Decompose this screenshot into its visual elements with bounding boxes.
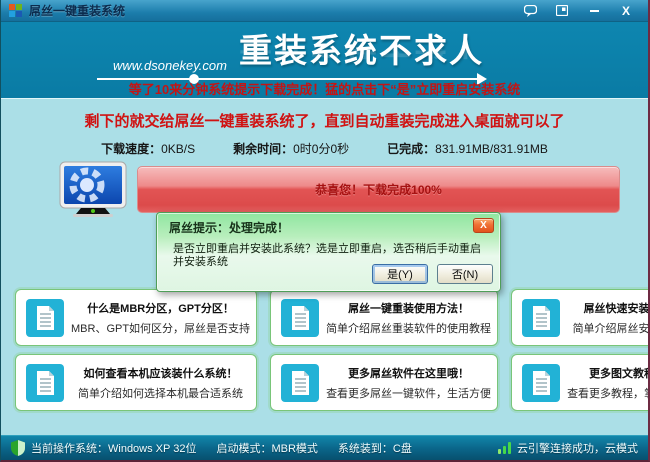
slogan-reflection: 重装系统不求人: [239, 49, 484, 69]
signal-bars-icon: [498, 442, 511, 454]
window-title: 屌丝一键重装系统: [29, 2, 125, 19]
help-panels-grid: 什么是MBR分区，GPT分区！ MBR、GPT如何区分，屌丝是否支持 屌丝一键重装…: [15, 289, 635, 411]
dialog-title: 屌丝提示：处理完成！: [169, 219, 289, 236]
stat-speed-label: 下载速度：: [101, 142, 161, 156]
status-os: 当前操作系统：Windows XP 32位: [31, 440, 196, 456]
panel-subtitle: 简单介绍屌丝安装多系统的教程: [567, 320, 650, 336]
progress-text: 恭喜您！下载完成100%: [315, 181, 442, 198]
panel-title: 更多图文教程在这里哦！: [567, 365, 650, 381]
stat-speed-value: 0KB/S: [161, 142, 195, 156]
download-progress-bar: 恭喜您！下载完成100%: [137, 166, 620, 213]
stat-time: 剩余时间：0时0分0秒: [233, 140, 349, 157]
website-url: www.dsonekey.com: [113, 58, 227, 73]
document-icon: [26, 299, 64, 337]
restart-confirm-dialog: 屌丝提示：处理完成！ X 是否立即重启并安装此系统？选是立即重启，选否稍后手动重…: [156, 212, 501, 292]
status-target-label: 系统装到：: [338, 443, 393, 455]
skin-window-icon[interactable]: [554, 4, 570, 18]
panel-title: 屌丝快速安装多系统方法！: [567, 300, 650, 316]
document-icon: [522, 299, 560, 337]
help-panel-usage[interactable]: 屌丝一键重装使用方法！ 简单介绍屌丝重装软件的使用教程: [270, 289, 498, 346]
panel-subtitle: 查看更多屌丝一键软件，生活方便: [326, 385, 491, 401]
help-panel-which-system[interactable]: 如何查看本机应该装什么系统！ 简单介绍如何选择本机最合适系统: [15, 354, 257, 411]
stat-done-value: 831.91MB/831.91MB: [435, 142, 548, 156]
computer-monitor-icon: [59, 161, 127, 217]
stat-done: 已完成：831.91MB/831.91MB: [387, 140, 548, 157]
app-window: 屌丝一键重装系统 X www.dsonekey.com 重装系统不求人 重装系统…: [0, 0, 650, 462]
panel-subtitle: 简单介绍屌丝重装软件的使用教程: [326, 320, 491, 336]
panel-title: 如何查看本机应该装什么系统！: [71, 365, 250, 381]
document-icon: [522, 364, 560, 402]
shield-icon: [11, 440, 25, 456]
dialog-close-icon[interactable]: X: [473, 218, 494, 233]
document-icon: [281, 299, 319, 337]
panel-subtitle: 查看更多教程，掌控更多安装方法: [567, 385, 650, 401]
panel-title: 更多屌丝软件在这里哦！: [326, 365, 491, 381]
download-stats: 下载速度：0KB/S 剩余时间：0时0分0秒 已完成：831.91MB/831.…: [1, 140, 648, 157]
stat-time-label: 剩余时间：: [233, 142, 293, 156]
no-button[interactable]: 否(N): [437, 264, 493, 284]
help-panel-more-software[interactable]: 更多屌丝软件在这里哦！ 查看更多屌丝一键软件，生活方便: [270, 354, 498, 411]
feedback-chat-icon[interactable]: [522, 4, 538, 18]
header-banner: www.dsonekey.com 重装系统不求人 重装系统不求人 等了10来分钟…: [1, 22, 648, 98]
status-boot-label: 启动模式：: [216, 443, 271, 455]
stat-speed: 下载速度：0KB/S: [101, 140, 195, 157]
status-boot: 启动模式：MBR模式: [216, 440, 317, 456]
panel-subtitle: MBR、GPT如何区分，屌丝是否支持: [71, 320, 250, 336]
panel-title: 什么是MBR分区，GPT分区！: [71, 300, 250, 316]
notice-line-2: 剩下的就交给屌丝一键重装系统了，直到自动重装完成进入桌面就可以了: [1, 110, 648, 131]
yes-button[interactable]: 是(Y): [372, 264, 428, 284]
stat-done-label: 已完成：: [387, 142, 435, 156]
help-panel-mbr-gpt[interactable]: 什么是MBR分区，GPT分区！ MBR、GPT如何区分，屌丝是否支持: [15, 289, 257, 346]
panel-subtitle: 简单介绍如何选择本机最合适系统: [71, 385, 250, 401]
document-icon: [281, 364, 319, 402]
progress-section: 恭喜您！下载完成100%: [1, 161, 648, 217]
notice-line-1: 等了10来分钟系统提示下载完成！猛的点击下“是”立即重启安装系统: [1, 79, 648, 98]
statusbar: 当前操作系统：Windows XP 32位 启动模式：MBR模式 系统装到：C盘…: [1, 435, 648, 460]
help-panel-more-tutorials[interactable]: 更多图文教程在这里哦！ 查看更多教程，掌控更多安装方法: [511, 354, 650, 411]
status-target: 系统装到：C盘: [338, 440, 412, 456]
cloud-status: 云引擎连接成功，云模式: [517, 440, 638, 456]
status-os-label: 当前操作系统：: [31, 443, 108, 455]
status-target-value: C盘: [393, 443, 412, 455]
minimize-button[interactable]: [586, 4, 602, 18]
close-button[interactable]: X: [618, 4, 634, 18]
status-os-value: Windows XP 32位: [108, 443, 196, 455]
stat-time-value: 0时0分0秒: [293, 142, 349, 156]
help-panel-multisystem[interactable]: 屌丝快速安装多系统方法！ 简单介绍屌丝安装多系统的教程: [511, 289, 650, 346]
status-boot-value: MBR模式: [271, 443, 317, 455]
app-logo-icon: [9, 4, 23, 18]
document-icon: [26, 364, 64, 402]
panel-title: 屌丝一键重装使用方法！: [326, 300, 491, 316]
titlebar: 屌丝一键重装系统 X: [1, 0, 648, 22]
